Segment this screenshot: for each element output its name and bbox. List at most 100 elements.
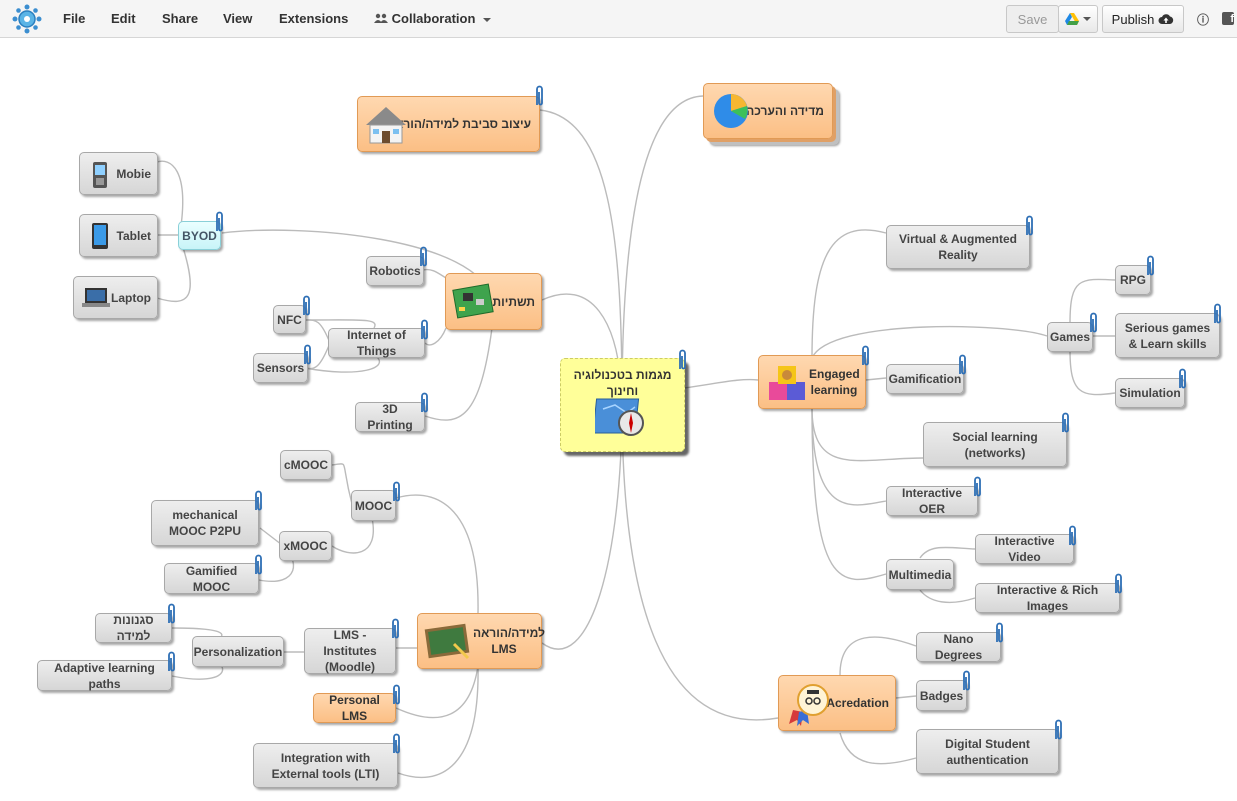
- mooc-node[interactable]: MOOC: [351, 490, 396, 521]
- chalkboard-icon: [424, 623, 470, 660]
- app-logo-icon[interactable]: [12, 4, 42, 34]
- virtual-augmented-reality-node[interactable]: Virtual & Augmented Reality: [886, 225, 1030, 269]
- paperclip-icon[interactable]: [961, 668, 972, 694]
- paperclip-icon[interactable]: [1212, 301, 1223, 327]
- internet-of-things-node[interactable]: Internet of Things: [328, 328, 425, 358]
- cmooc-node[interactable]: cMOOC: [280, 450, 332, 480]
- paperclip-icon[interactable]: [1067, 523, 1078, 549]
- lms-node[interactable]: למידה/הוראה LMS: [417, 613, 545, 669]
- menu-extensions[interactable]: Extensions: [279, 11, 348, 26]
- laptop-node[interactable]: Laptop: [73, 276, 158, 319]
- laptop-icon: [82, 288, 110, 307]
- paperclip-icon[interactable]: [301, 293, 312, 319]
- interactive-rich-images-node[interactable]: Interactive & Rich Images: [975, 583, 1120, 613]
- mobile-label: Mobie: [116, 166, 151, 181]
- gamified-mooc-node[interactable]: Gamified MOOC: [164, 563, 259, 594]
- paperclip-icon[interactable]: [391, 479, 402, 505]
- info-icon[interactable]: ⓘ: [1197, 11, 1209, 28]
- interactive-oer-node[interactable]: Interactive OER: [886, 486, 978, 516]
- paperclip-icon[interactable]: [418, 244, 429, 270]
- paperclip-icon[interactable]: [957, 352, 968, 378]
- menu-file[interactable]: File: [63, 11, 85, 26]
- paperclip-icon[interactable]: [1024, 213, 1035, 239]
- publish-button[interactable]: Publish: [1102, 5, 1184, 33]
- google-drive-icon: [1065, 13, 1079, 25]
- paperclip-icon[interactable]: [1060, 410, 1071, 436]
- gamification-node[interactable]: Gamification: [886, 364, 964, 394]
- paperclip-icon[interactable]: [1145, 253, 1156, 279]
- acredation-node[interactable]: Acredation: [778, 675, 896, 731]
- tablet-icon: [92, 223, 108, 249]
- nano-degrees-label: Nano Degrees: [934, 632, 983, 662]
- paperclip-icon[interactable]: [391, 731, 402, 757]
- xmooc-label: xMOOC: [283, 539, 328, 553]
- learning-styles-node[interactable]: סגנונות למידה: [95, 613, 172, 643]
- menu-view[interactable]: View: [223, 11, 252, 26]
- multimedia-node[interactable]: Multimedia: [886, 559, 954, 590]
- paperclip-icon[interactable]: [860, 343, 871, 369]
- paperclip-icon[interactable]: [994, 620, 1005, 646]
- badges-node[interactable]: Badges: [916, 680, 967, 711]
- pie-chart-icon: [714, 94, 748, 128]
- environment-design-node[interactable]: עיצוב סביבת למידה/הוראה: [357, 96, 540, 152]
- paperclip-icon[interactable]: [214, 209, 225, 235]
- mindmap-canvas[interactable]: מגמות בטכנולוגיה וחינוך עיצוב סביבת למיד…: [0, 38, 1237, 801]
- google-drive-button[interactable]: [1058, 5, 1098, 33]
- paperclip-icon[interactable]: [1053, 717, 1064, 743]
- save-button[interactable]: Save: [1006, 5, 1059, 33]
- facebook-icon[interactable]: f: [1222, 12, 1234, 25]
- personalization-node[interactable]: Personalization: [192, 636, 284, 667]
- personal-lms-node[interactable]: Personal LMS: [313, 693, 396, 723]
- games-node[interactable]: Games: [1047, 322, 1093, 352]
- robotics-label: Robotics: [369, 264, 421, 278]
- menu-collaboration[interactable]: Collaboration: [374, 11, 492, 26]
- paperclip-icon[interactable]: [391, 682, 402, 708]
- simulation-node[interactable]: Simulation: [1115, 378, 1185, 408]
- mechanical-mooc-node[interactable]: mechanical MOOC P2PU: [151, 500, 259, 546]
- serious-games-node[interactable]: Serious games & Learn skills: [1115, 313, 1220, 358]
- mobile-node[interactable]: Mobie: [79, 152, 158, 195]
- sensors-node[interactable]: Sensors: [253, 353, 308, 383]
- paperclip-icon[interactable]: [253, 552, 264, 578]
- paperclip-icon[interactable]: [253, 488, 264, 514]
- paperclip-icon[interactable]: [677, 347, 688, 373]
- paperclip-icon[interactable]: [972, 474, 983, 500]
- lti-integration-node[interactable]: Integration with External tools (LTI): [253, 743, 398, 788]
- menu-share[interactable]: Share: [162, 11, 198, 26]
- paperclip-icon[interactable]: [390, 616, 401, 642]
- hardware-label: תשתיות: [492, 294, 535, 309]
- serious-games-label: Serious games & Learn skills: [1124, 320, 1211, 351]
- interactive-video-node[interactable]: Interactive Video: [975, 534, 1074, 564]
- paperclip-icon[interactable]: [419, 317, 430, 343]
- 3d-printing-node[interactable]: 3D Printing: [355, 402, 425, 432]
- paperclip-icon[interactable]: [1113, 571, 1124, 597]
- paperclip-icon[interactable]: [302, 342, 313, 368]
- central-topic-node[interactable]: מגמות בטכנולוגיה וחינוך: [560, 358, 685, 452]
- byod-label: BYOD: [182, 228, 217, 243]
- nano-degrees-node[interactable]: Nano Degrees: [916, 632, 1001, 662]
- paperclip-icon[interactable]: [419, 390, 430, 416]
- engaged-learning-node[interactable]: Engaged learning: [758, 355, 866, 409]
- lms-institutes-node[interactable]: LMS - Institutes (Moodle): [304, 628, 396, 674]
- users-icon: [374, 13, 388, 23]
- adaptive-learning-node[interactable]: Adaptive learning paths: [37, 660, 172, 691]
- social-learning-node[interactable]: Social learning (networks): [923, 422, 1067, 467]
- digital-student-authentication-node[interactable]: Digital Student authentication: [916, 729, 1059, 774]
- tablet-node[interactable]: Tablet: [79, 214, 158, 257]
- environment-design-label: עיצוב סביבת למידה/הוראה: [387, 117, 531, 131]
- publish-label: Publish: [1111, 11, 1155, 27]
- menu-edit[interactable]: Edit: [111, 11, 136, 26]
- paperclip-icon[interactable]: [1177, 366, 1188, 392]
- hardware-node[interactable]: תשתיות: [445, 273, 542, 330]
- learning-styles-label: סגנונות למידה: [113, 613, 154, 643]
- assessment-node[interactable]: מדידה והערכה: [703, 83, 833, 139]
- paperclip-icon[interactable]: [166, 601, 177, 627]
- adaptive-learning-label: Adaptive learning paths: [54, 660, 155, 691]
- gamification-label: Gamification: [888, 372, 962, 386]
- robotics-node[interactable]: Robotics: [366, 256, 424, 286]
- house-icon: [366, 107, 406, 144]
- paperclip-icon[interactable]: [1088, 310, 1099, 336]
- paperclip-icon[interactable]: [166, 649, 177, 675]
- xmooc-node[interactable]: xMOOC: [279, 531, 332, 561]
- paperclip-icon[interactable]: [534, 83, 545, 109]
